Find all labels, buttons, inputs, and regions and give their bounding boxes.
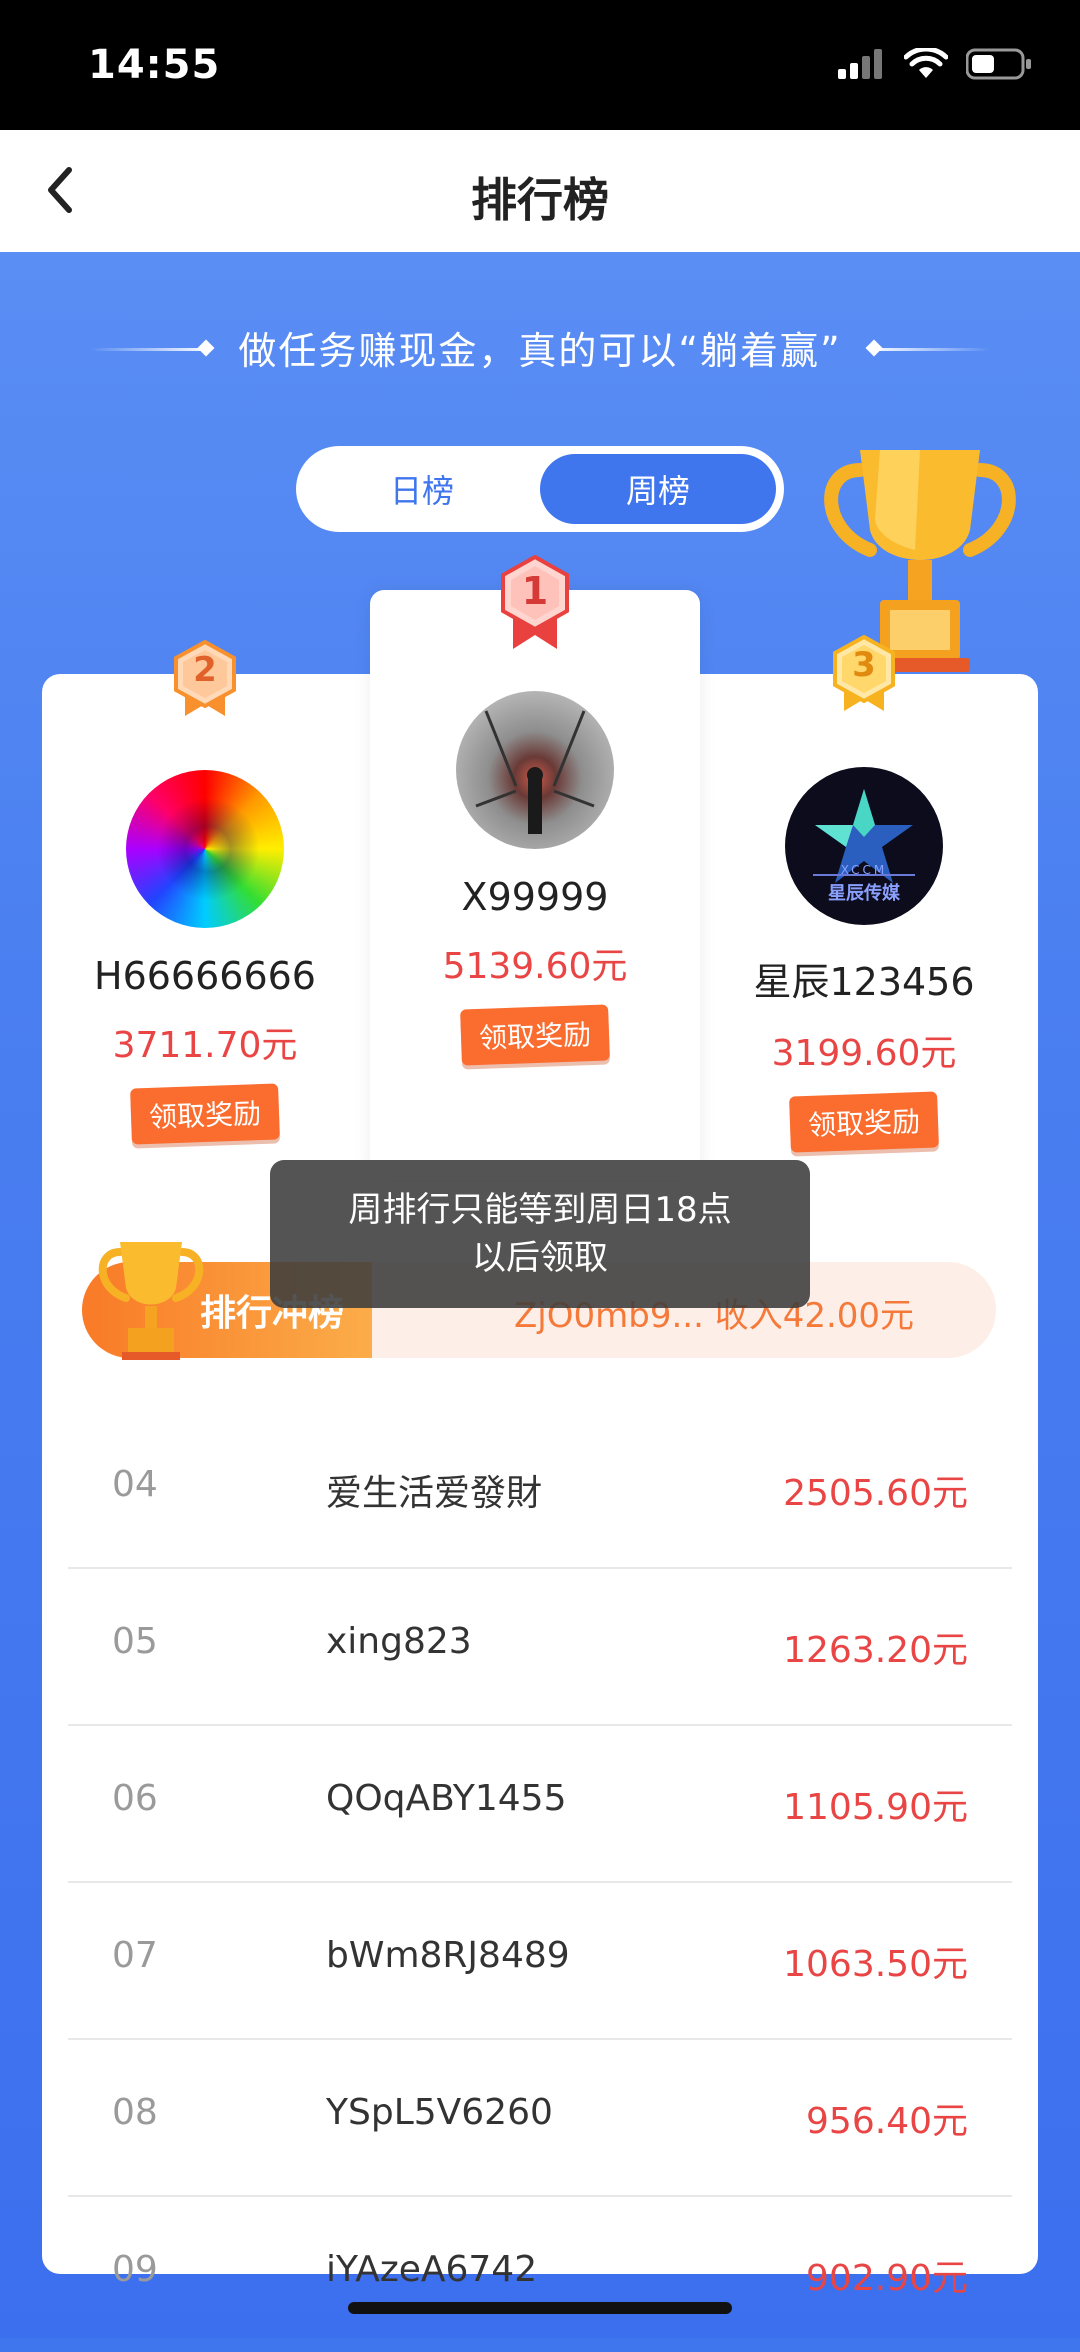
toast-line-2: 以后领取 [472,1238,608,1278]
toast-message: 周排行只能等到周日18点 以后领取 [270,1160,810,1308]
podium-third: 3 XCCM 星辰传媒 星辰123456 3199.60元 领取奖励 [699,634,1029,1153]
player-amount: 1105.90元 [783,1787,968,1828]
rank-number-2: 2 [193,650,217,690]
list-item[interactable]: 08 YSpL5V6260 956.40元 [68,2040,1012,2197]
player-name: iYAzeA6742 [326,2249,538,2290]
player-amount: 2505.60元 [783,1473,968,1514]
status-bar: 14:55 [0,0,1080,130]
tab-weekly[interactable]: 周榜 [540,454,776,524]
player-name: QOqABY1455 [326,1778,567,1819]
signal-icon [838,49,882,79]
podium-first: 1 X99999 5139.60元 领取奖励 [370,554,700,1066]
slogan-divider-right [870,348,990,351]
rank-badge-1: 1 [497,554,573,651]
avatar: XCCM 星辰传媒 [785,767,943,925]
rank-badge-2: 2 [170,639,240,718]
rank-badge-3: 3 [829,634,899,713]
page-title: 排行榜 [471,173,609,227]
status-icons [838,48,1032,80]
rank-number-1: 1 [521,569,549,613]
player-name: bWm8RJ8489 [326,1935,570,1976]
list-item[interactable]: 09 iYAzeA6742 902.90元 [68,2197,1012,2352]
rank-number: 08 [112,2092,158,2133]
avatar [456,691,614,849]
rank-number: 06 [112,1778,158,1819]
player-name: YSpL5V6260 [326,2092,553,2133]
player-name: 爱生活爱發財 [326,1473,543,1514]
rank-number-3: 3 [852,645,876,685]
rank-number: 04 [112,1464,158,1505]
claim-reward-button[interactable]: 领取奖励 [130,1083,280,1145]
avatar-text: 星辰传媒 [828,883,900,904]
podium-second: 2 H66666666 3711.70元 领取奖励 [40,639,370,1145]
tab-daily[interactable]: 日榜 [304,454,540,524]
home-indicator[interactable] [348,2302,732,2314]
period-tabs: 日榜 周榜 [296,446,784,532]
player-amount: 3711.70元 [112,1025,298,1066]
rank-number: 07 [112,1935,158,1976]
avatar [126,770,284,928]
rank-list: 04 爱生活爱發財 2505.60元 05 xing823 1263.20元 0… [68,1412,1012,2352]
player-name: xing823 [326,1621,472,1662]
player-amount: 1263.20元 [783,1630,968,1671]
nav-bar: 排行榜 [0,130,1080,252]
rank-number: 05 [112,1621,158,1662]
list-item[interactable]: 05 xing823 1263.20元 [68,1569,1012,1726]
player-amount: 1063.50元 [783,1944,968,1985]
rank-number: 09 [112,2249,158,2290]
player-amount: 5139.60元 [442,946,628,987]
list-item[interactable]: 07 bWm8RJ8489 1063.50元 [68,1883,1012,2040]
player-amount: 956.40元 [806,2101,968,2142]
player-name: 星辰123456 [753,960,975,1004]
player-name: X99999 [461,875,609,919]
claim-reward-button[interactable]: 领取奖励 [789,1091,939,1153]
wifi-icon [904,48,948,78]
avatar-sub-text: XCCM [840,863,888,877]
battery-icon [966,48,1031,80]
list-item[interactable]: 06 QOqABY1455 1105.90元 [68,1726,1012,1883]
player-amount: 3199.60元 [771,1033,957,1074]
list-item[interactable]: 04 爱生活爱發財 2505.60元 [68,1412,1012,1569]
player-amount: 902.90元 [806,2258,968,2299]
trophy-icon [98,1242,204,1360]
toast-line-1: 周排行只能等到周日18点 [348,1190,732,1230]
status-time: 14:55 [88,42,221,88]
claim-reward-button[interactable]: 领取奖励 [460,1004,610,1066]
player-name: H66666666 [94,954,316,998]
